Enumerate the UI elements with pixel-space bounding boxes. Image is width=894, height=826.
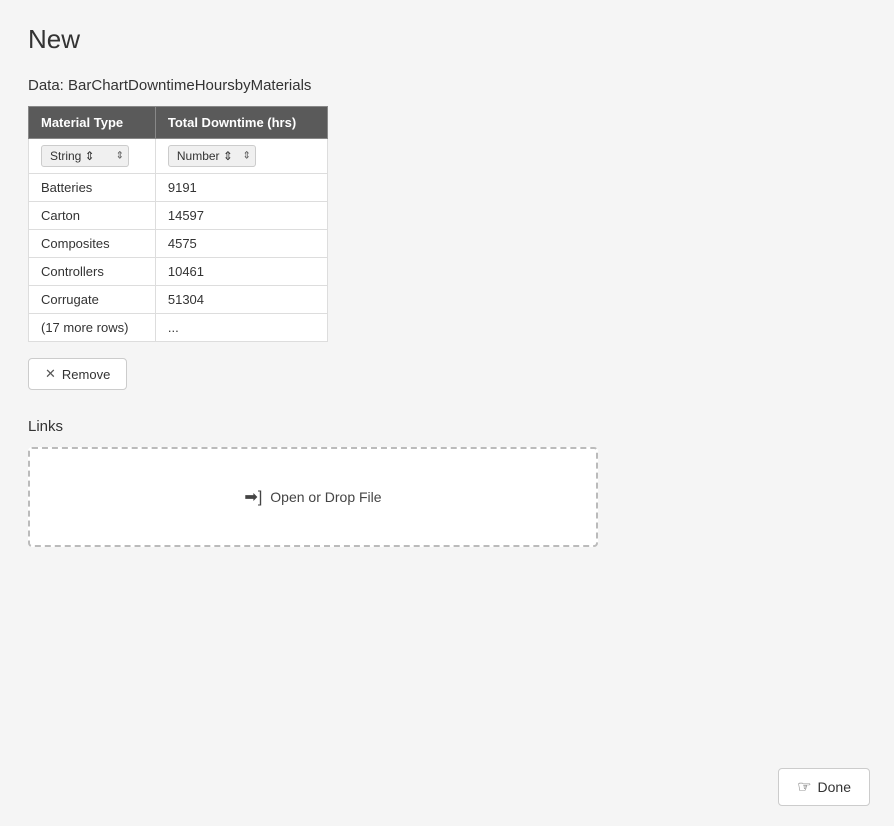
cell-total-downtime: 14597 — [155, 202, 327, 230]
x-icon: ✕ — [45, 366, 56, 382]
links-section-label: Links — [28, 418, 866, 435]
table-row: Batteries 9191 — [29, 174, 328, 202]
open-file-icon: ➡] — [244, 487, 262, 507]
string-select-wrapper[interactable]: String ⇕ Number ⇕ Date ⇕ Boolean ⇕ — [41, 145, 129, 167]
table-row: Composites 4575 — [29, 230, 328, 258]
done-button-label: Done — [818, 779, 851, 795]
cell-more-rows-ellipsis: ... — [155, 314, 327, 342]
cell-material-type: Composites — [29, 230, 156, 258]
cell-material-type: Corrugate — [29, 286, 156, 314]
type-select-cell-material: String ⇕ Number ⇕ Date ⇕ Boolean ⇕ — [29, 139, 156, 174]
page-container: New Data: BarChartDowntimeHoursbyMateria… — [0, 0, 894, 826]
table-row-more: (17 more rows) ... — [29, 314, 328, 342]
cell-material-type: Controllers — [29, 258, 156, 286]
cell-material-type: Carton — [29, 202, 156, 230]
table-row: Controllers 10461 — [29, 258, 328, 286]
downtime-type-select[interactable]: Number ⇕ String ⇕ Date ⇕ Boolean ⇕ — [168, 145, 256, 167]
cell-total-downtime: 9191 — [155, 174, 327, 202]
column-header-total-downtime: Total Downtime (hrs) — [155, 107, 327, 139]
data-section-label: Data: BarChartDowntimeHoursbyMaterials — [28, 77, 866, 94]
cell-material-type: Batteries — [29, 174, 156, 202]
cell-total-downtime: 10461 — [155, 258, 327, 286]
remove-button[interactable]: ✕ Remove — [28, 358, 127, 390]
drop-zone-label: Open or Drop File — [270, 489, 381, 505]
cursor-icon: ☞ — [797, 777, 811, 797]
drop-zone-content: ➡] Open or Drop File — [244, 487, 381, 507]
table-row: Carton 14597 — [29, 202, 328, 230]
data-table: Material Type Total Downtime (hrs) Strin… — [28, 106, 328, 342]
table-row: Corrugate 51304 — [29, 286, 328, 314]
number-select-wrapper[interactable]: Number ⇕ String ⇕ Date ⇕ Boolean ⇕ — [168, 145, 256, 167]
drop-zone[interactable]: ➡] Open or Drop File — [28, 447, 598, 547]
page-title: New — [28, 24, 866, 55]
type-select-cell-downtime: Number ⇕ String ⇕ Date ⇕ Boolean ⇕ — [155, 139, 327, 174]
remove-button-label: Remove — [62, 367, 110, 382]
material-type-select[interactable]: String ⇕ Number ⇕ Date ⇕ Boolean ⇕ — [41, 145, 129, 167]
cell-more-rows: (17 more rows) — [29, 314, 156, 342]
done-button[interactable]: ☞ Done — [778, 768, 870, 806]
column-header-material-type: Material Type — [29, 107, 156, 139]
cell-total-downtime: 51304 — [155, 286, 327, 314]
cell-total-downtime: 4575 — [155, 230, 327, 258]
